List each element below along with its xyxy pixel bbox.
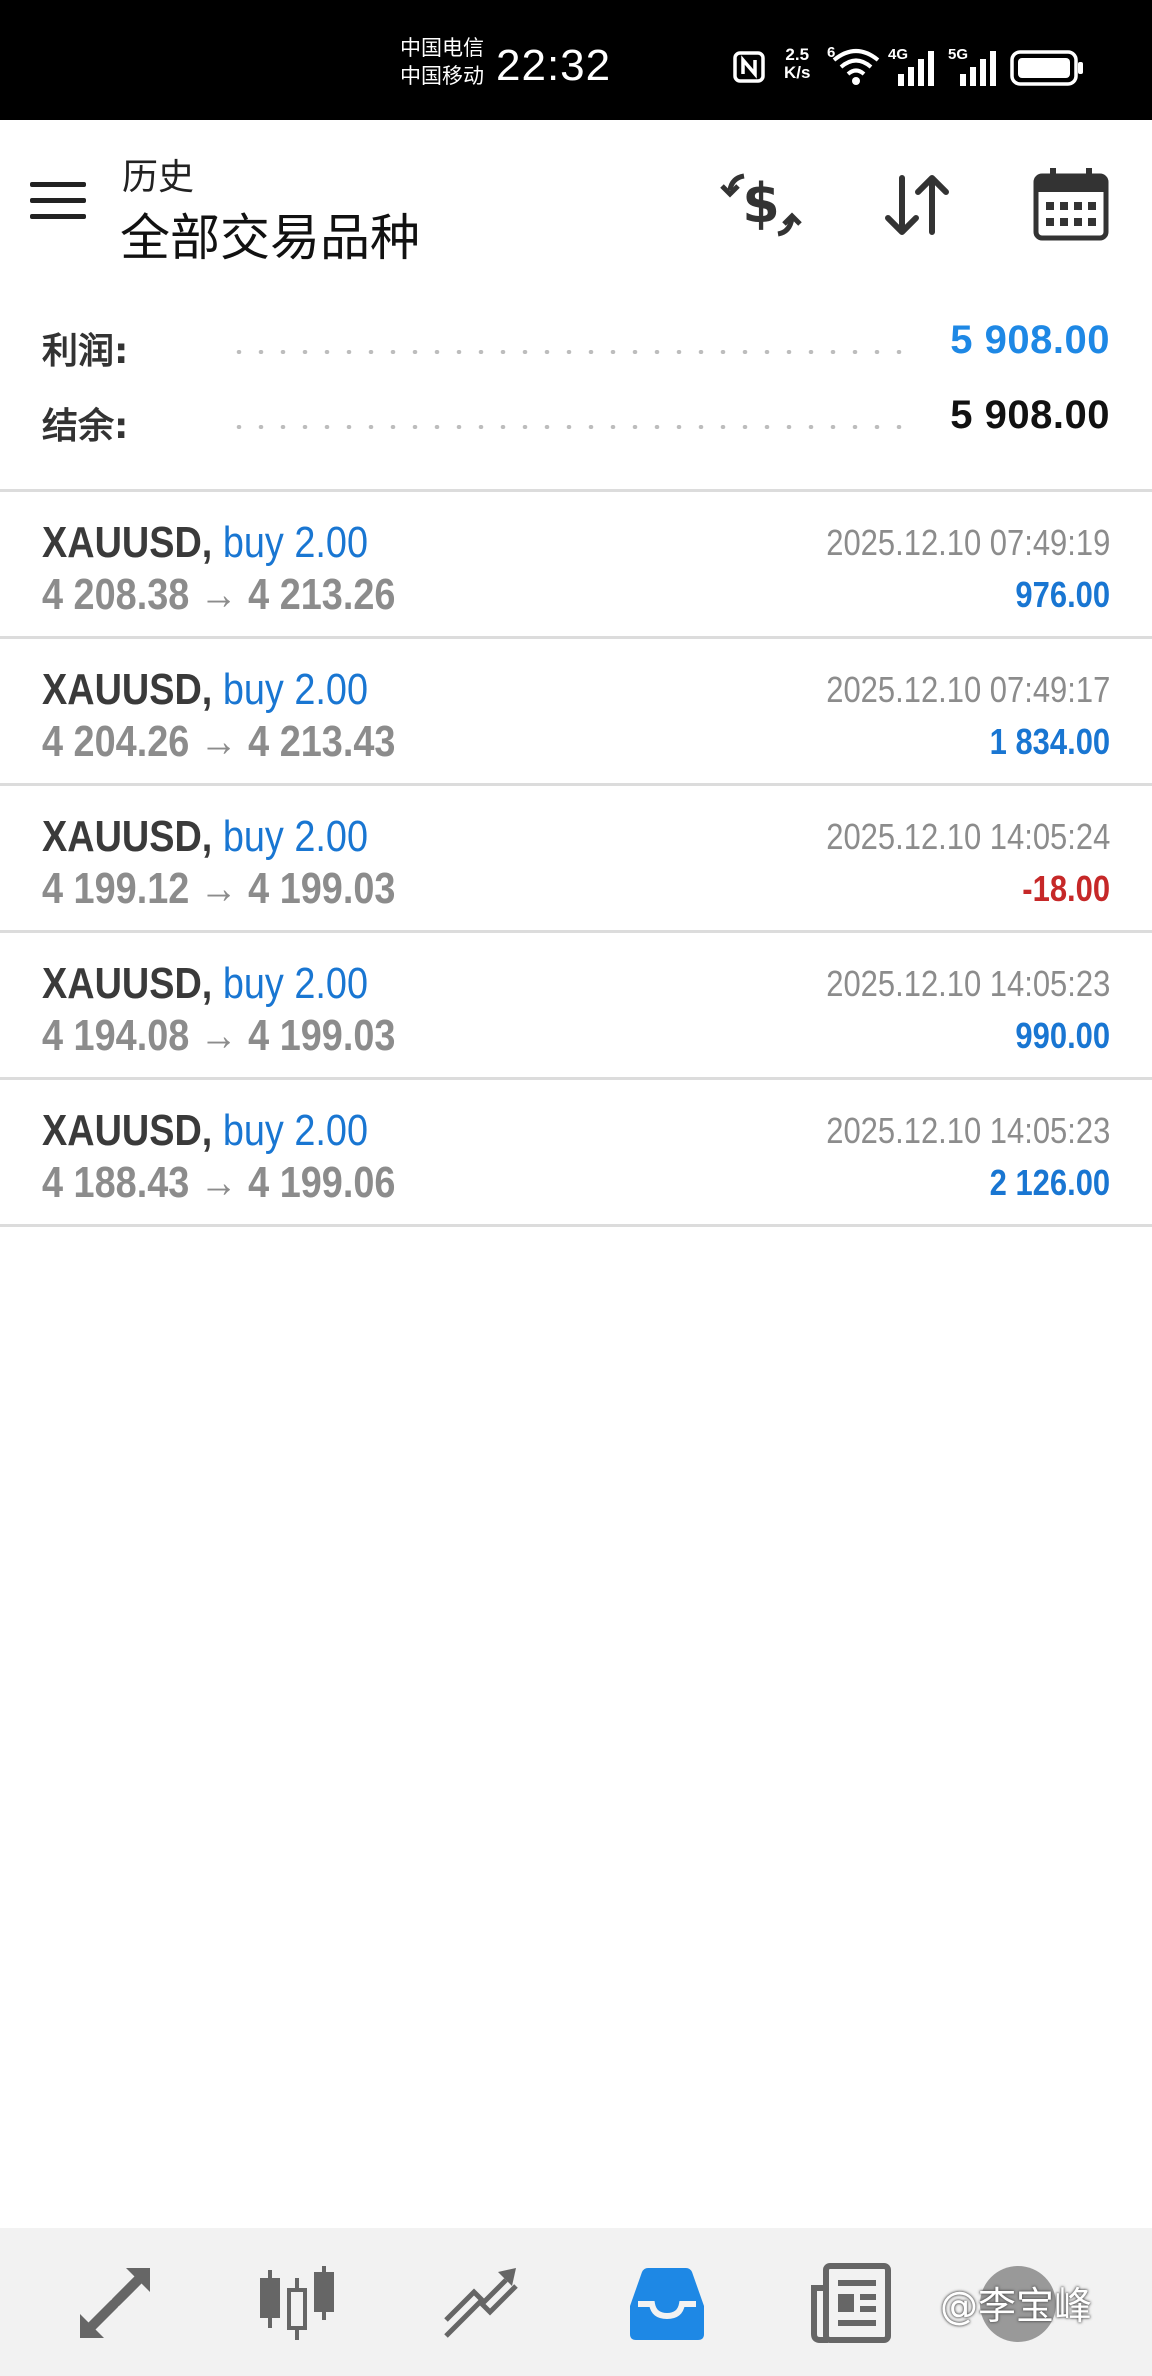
- watermark-text: @李宝峰: [940, 2284, 1093, 2328]
- dollar-exchange-icon[interactable]: $: [716, 160, 806, 250]
- status-clock: 22:32: [496, 41, 612, 90]
- battery-icon: [1010, 50, 1083, 86]
- signal-icon: [960, 51, 996, 86]
- history-icon[interactable]: [622, 2258, 712, 2348]
- dotted-leader: [228, 425, 906, 429]
- trade-prices: 4 199.12 → 4 199.03: [42, 864, 396, 913]
- trade-action: buy 2.00: [222, 812, 369, 861]
- trade-profit: 2 126.00: [989, 1162, 1110, 1203]
- trade-symbol: XAUUSD,: [42, 1106, 213, 1155]
- trade-action: buy 2.00: [222, 1106, 369, 1155]
- carrier-info: 中国电信 中国移动: [400, 34, 484, 90]
- trade-action: buy 2.00: [222, 518, 369, 567]
- trade-prices: 4 194.08 → 4 199.03: [42, 1011, 396, 1060]
- top-bar: 历史 全部交易品种 $: [0, 120, 1152, 290]
- dotted-leader: [228, 350, 906, 354]
- trade-profit: -18.00: [1022, 868, 1110, 909]
- trade-symbol: XAUUSD,: [42, 518, 213, 567]
- trade-prices: 4 188.43 → 4 199.06: [42, 1158, 396, 1207]
- trade-action: buy 2.00: [222, 665, 369, 714]
- trade-prices: 4 208.38 → 4 213.26: [42, 570, 396, 619]
- trade-time: 2025.12.10 14:05:23: [825, 963, 1110, 1004]
- trade-profit: 990.00: [1015, 1015, 1110, 1056]
- status-bar: 中国电信 中国移动 22:32 2.5 K/s 6 4G 5G: [0, 0, 1152, 120]
- profit-row: 利润: 5 908.00: [0, 310, 1152, 376]
- trade-symbol: XAUUSD,: [42, 959, 213, 1008]
- symbol-filter-title[interactable]: 全部交易品种: [120, 198, 420, 270]
- trade-action: buy 2.00: [222, 959, 369, 1008]
- trade-row[interactable]: XAUUSD, buy 2.00 4 194.08 → 4 199.03 202…: [0, 933, 1152, 1080]
- menu-icon[interactable]: [30, 182, 86, 222]
- calendar-icon[interactable]: [1026, 160, 1116, 250]
- profit-value: 5 908.00: [950, 318, 1110, 362]
- carrier-1: 中国电信: [400, 36, 484, 60]
- page-title: 历史: [122, 157, 195, 198]
- chart-icon[interactable]: [252, 2258, 342, 2348]
- svg-text:$: $: [742, 172, 780, 235]
- news-icon[interactable]: [806, 2258, 896, 2348]
- trade-symbol: XAUUSD,: [42, 665, 213, 714]
- trade-time: 2025.12.10 07:49:17: [825, 669, 1110, 710]
- trade-time: 2025.12.10 07:49:19: [825, 522, 1110, 563]
- profit-label: 利润:: [42, 331, 129, 372]
- net-speed: 2.5 K/s: [784, 45, 811, 82]
- trade-profit: 976.00: [1015, 574, 1110, 615]
- balance-label: 结余:: [42, 406, 129, 447]
- trade-time: 2025.12.10 14:05:24: [825, 816, 1110, 857]
- wifi-icon: [832, 49, 880, 85]
- trade-row[interactable]: XAUUSD, buy 2.00 4 199.12 → 4 199.03 202…: [0, 786, 1152, 933]
- balance-value: 5 908.00: [950, 393, 1110, 437]
- balance-row: 结余: 5 908.00: [0, 385, 1152, 451]
- quotes-icon[interactable]: [70, 2258, 160, 2348]
- sort-icon[interactable]: [872, 160, 962, 250]
- nfc-icon: [733, 51, 765, 83]
- trade-profit: 1 834.00: [989, 721, 1110, 762]
- trade-time: 2025.12.10 14:05:23: [825, 1110, 1110, 1151]
- signal-icon: [898, 51, 934, 86]
- trade-history-list: XAUUSD, buy 2.00 4 208.38 → 4 213.26 202…: [0, 489, 1152, 1227]
- carrier-2: 中国移动: [400, 64, 484, 88]
- trade-row[interactable]: XAUUSD, buy 2.00 4 208.38 → 4 213.26 202…: [0, 492, 1152, 639]
- trade-icon[interactable]: [436, 2258, 526, 2348]
- trade-prices: 4 204.26 → 4 213.43: [42, 717, 396, 766]
- trade-row[interactable]: XAUUSD, buy 2.00 4 204.26 → 4 213.43 202…: [0, 639, 1152, 786]
- trade-row[interactable]: XAUUSD, buy 2.00 4 188.43 → 4 199.06 202…: [0, 1080, 1152, 1227]
- trade-symbol: XAUUSD,: [42, 812, 213, 861]
